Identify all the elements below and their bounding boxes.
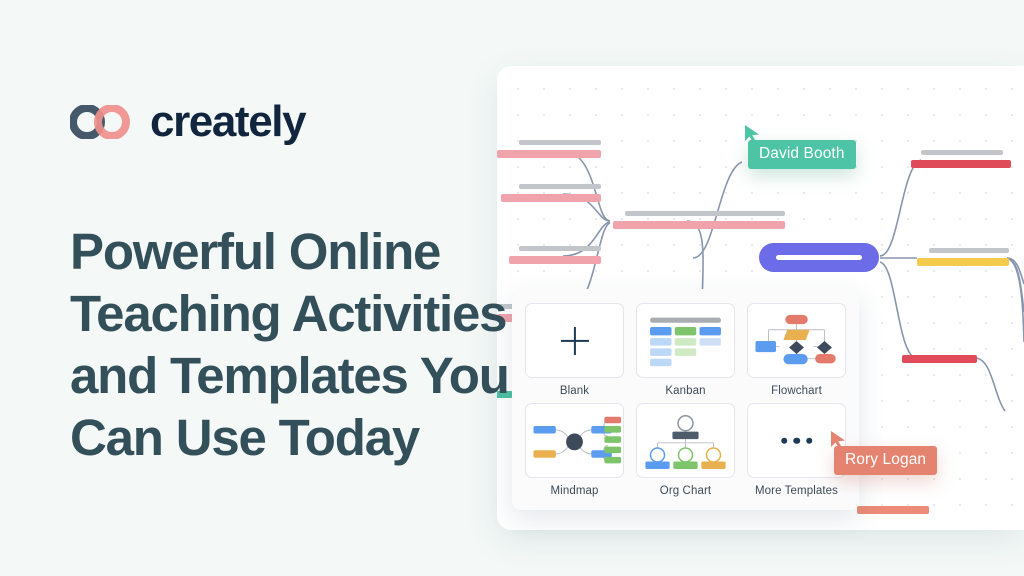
template-card-flowchart[interactable]: Flowchart bbox=[747, 303, 846, 400]
plus-icon bbox=[525, 303, 624, 378]
canvas-bar bbox=[902, 355, 977, 363]
template-card-blank[interactable]: Blank bbox=[525, 303, 624, 400]
template-label: Org Chart bbox=[659, 485, 712, 497]
interlocking-rings-icon bbox=[70, 105, 130, 139]
canvas-bar bbox=[917, 258, 1009, 266]
mindmap-icon bbox=[533, 416, 622, 464]
template-grid: Blank Kanban Flowchart Mindmap Org Chart… bbox=[525, 303, 846, 500]
canvas-bar bbox=[625, 211, 785, 216]
flowchart-icon bbox=[755, 314, 836, 365]
template-picker-panel[interactable]: Blank Kanban Flowchart Mindmap Org Chart… bbox=[512, 289, 859, 510]
collaborator-name: David Booth bbox=[748, 140, 856, 170]
template-label: Kanban bbox=[665, 385, 706, 397]
org-chart-icon bbox=[645, 415, 726, 469]
page-title: Powerful Online Teaching Activities and … bbox=[70, 223, 510, 466]
canvas-bar bbox=[929, 248, 1009, 253]
collaborator-cursor-david-booth[interactable]: David Booth bbox=[745, 125, 856, 170]
template-label: Mindmap bbox=[550, 485, 599, 497]
template-card-org-chart[interactable]: Org Chart bbox=[636, 403, 735, 500]
kanban-board-icon bbox=[650, 317, 721, 367]
template-card-mindmap[interactable]: Mindmap bbox=[525, 403, 624, 500]
canvas-bar bbox=[911, 160, 1011, 168]
template-card-kanban[interactable]: Kanban bbox=[636, 303, 735, 400]
template-card-more-templates[interactable]: More Templates bbox=[747, 403, 846, 500]
collaborator-cursor-rory-logan[interactable]: Rory Logan bbox=[831, 431, 938, 476]
canvas-center-node[interactable] bbox=[759, 243, 879, 272]
canvas-bar bbox=[921, 150, 1003, 155]
cursor-arrow-icon bbox=[745, 125, 759, 143]
hero-section: creately Powerful Online Teaching Activi… bbox=[70, 96, 540, 469]
canvas-bar bbox=[613, 221, 785, 229]
cursor-arrow-icon bbox=[831, 431, 845, 449]
ellipsis-icon bbox=[780, 437, 813, 444]
template-label: Flowchart bbox=[771, 385, 822, 397]
template-label: Blank bbox=[559, 385, 590, 397]
canvas-bar bbox=[857, 506, 929, 514]
collaborator-name: Rory Logan bbox=[834, 446, 938, 476]
brand-wordmark: creately bbox=[150, 97, 307, 146]
template-label: More Templates bbox=[754, 485, 838, 497]
brand-logo[interactable]: creately bbox=[70, 96, 540, 148]
